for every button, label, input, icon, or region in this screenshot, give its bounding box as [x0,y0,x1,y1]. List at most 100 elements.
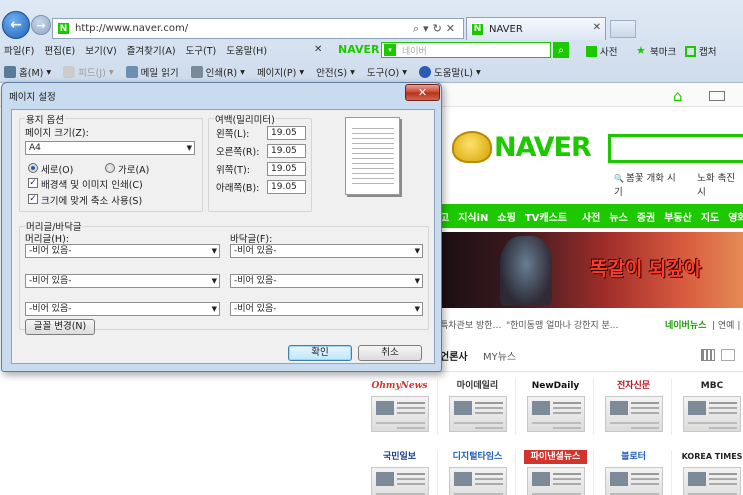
hot-keyword[interactable]: 노화 촉진시 [697,170,743,198]
margin-right-input[interactable]: 19.05 [267,144,306,158]
shrink-to-fit-label[interactable]: 크기에 맞게 축소 사용(S) [41,193,142,207]
nav-item[interactable]: 지도 [701,209,719,224]
cmd-page[interactable]: 페이지(P) ▾ [257,65,304,80]
press-card[interactable]: NewDaily [518,379,594,435]
nav-item[interactable]: 뉴스 [609,209,627,224]
margin-bottom-label: 아래쪽(B): [216,183,260,194]
press-card[interactable]: MBC [674,379,743,435]
cmd-tools[interactable]: 도구(O) ▾ [367,65,407,80]
book-icon [586,45,597,57]
header-right-select[interactable]: -비어 있음- ▼ [25,302,220,316]
cancel-button[interactable]: 취소 [358,345,422,361]
change-font-button[interactable]: 글꼴 변경(N) [25,319,95,335]
tab-close-icon[interactable]: ✕ [593,22,601,33]
search-icon: ⌕ [412,22,424,35]
search-icon[interactable]: ⌕ [553,42,569,58]
press-card[interactable]: 마이데일리 [440,379,516,435]
nav-item[interactable]: 지식iN [458,209,488,224]
menu-file[interactable]: 파일(F) [4,43,34,57]
chevron-down-icon: ▼ [186,144,192,152]
toolbar-close-icon[interactable]: ✕ [314,44,322,55]
news-headline[interactable]: "한미동맹 얼마나 강한지 분... [506,318,618,331]
logo-text: NAVER [494,131,592,163]
cmd-help[interactable]: 도움말(L) ▾ [419,65,481,79]
menu-bar: 파일(F) 편집(E) 보기(V) 즐겨찾기(A) 도구(T) 도움말(H) ✕… [0,40,743,60]
search-scope-icon[interactable]: ▾ [384,44,396,56]
naver-favicon: N [57,22,70,35]
list-view-icon[interactable] [721,349,735,361]
bookmark-link[interactable]: ★ 북마크 [636,44,676,59]
menu-view[interactable]: 보기(V) [85,43,116,57]
landscape-label[interactable]: 가로(A) [118,162,149,176]
header-left-select[interactable]: -비어 있음- ▼ [25,244,220,258]
nav-item[interactable]: TV캐스트 [525,209,567,224]
tab-press[interactable]: 언론사 [440,348,468,363]
back-button[interactable]: ← [2,11,30,39]
home-icon[interactable]: ⌂ [673,87,691,105]
press-card[interactable]: 블로터 [596,450,672,495]
portrait-label[interactable]: 세로(O) [41,162,73,176]
margin-top-input[interactable]: 19.05 [267,162,306,176]
cmd-feeds[interactable]: 피드(J) ▾ [63,65,114,79]
naver-news-link[interactable]: 네이버뉴스 [665,318,706,331]
main-search-input[interactable] [608,134,743,163]
press-card[interactable]: 파이낸셜뉴스 [518,450,594,495]
address-url[interactable]: http://www.naver.com/ [75,23,188,34]
footer-left-select[interactable]: -비어 있음- ▼ [230,244,423,258]
press-card[interactable]: 디지털타임스 [440,450,516,495]
capture-link[interactable]: 캡처 [685,44,716,58]
cmd-read-mail[interactable]: 메일 읽기 [125,65,179,79]
new-tab-button[interactable] [610,20,636,38]
service-nav: 고 지식iN 쇼핑 TV캐스트 사전 뉴스 증권 부동산 지도 영화 뮤 [440,204,743,228]
ok-button[interactable]: 확인 [288,345,352,361]
naver-toolbar-brand: NAVER [338,43,380,56]
news-category[interactable]: | 연예 | 스 [712,318,743,331]
margin-bottom-input[interactable]: 19.05 [267,180,306,194]
press-card[interactable]: OhmyNews [362,379,438,435]
menu-tools[interactable]: 도구(T) [186,43,217,57]
margin-left-input[interactable]: 19.05 [267,126,306,140]
shrink-to-fit-checkbox[interactable]: ✓ [28,194,38,204]
address-bar[interactable]: N http://www.naver.com/ ⌕▾↻✕ [52,18,464,39]
nav-item[interactable]: 증권 [637,209,655,224]
portrait-radio[interactable] [28,163,38,173]
preview-text-lines [352,126,394,186]
press-thumbnail [604,467,663,495]
menu-favorites[interactable]: 즐겨찾기(A) [127,43,176,57]
dialog-title-bar[interactable]: 페이지 설정 ✕ [2,83,441,107]
print-background-checkbox[interactable]: ✓ [28,178,38,188]
news-headline[interactable]: 특차관보 방한… [440,318,502,331]
menu-help[interactable]: 도움말(H) [226,43,267,57]
close-button[interactable]: ✕ [405,84,440,101]
footer-center-select[interactable]: -비어 있음- ▼ [230,274,423,288]
tab-my-news[interactable]: MY뉴스 [483,348,516,363]
print-background-label[interactable]: 배경색 및 이미지 인쇄(C) [41,177,143,191]
banner-text: 똑같이 되갚아 [590,258,702,280]
nav-item[interactable]: 사전 [582,209,600,224]
press-card[interactable]: 국민일보 [362,450,438,495]
forward-button[interactable]: → [31,15,51,35]
tab-naver[interactable]: N NAVER ✕ [466,17,606,40]
nav-item[interactable]: 쇼핑 [497,209,515,224]
cmd-print[interactable]: 인쇄(R) ▾ [190,65,245,79]
nav-item[interactable]: 부동산 [664,209,692,224]
paper-size-select[interactable]: A4 ▼ [25,141,195,155]
helmet-logo-icon [452,131,492,163]
dictionary-link[interactable]: 사전 [586,44,617,58]
mail-icon[interactable] [709,91,725,101]
naver-toolbar-search[interactable]: ▾ 네이버 [381,42,551,58]
grid-view-icon[interactable] [701,349,715,361]
press-card[interactable]: 전자신문 [596,379,672,435]
footer-right-select[interactable]: -비어 있음- ▼ [230,302,423,316]
naver-logo[interactable]: NAVER [452,131,592,163]
menu-edit[interactable]: 편집(E) [44,43,75,57]
address-tools[interactable]: ⌕▾↻✕ [413,22,459,36]
press-card[interactable]: KOREA TIMES [674,450,743,495]
ad-banner[interactable]: 똑같이 되갚아 [440,232,743,308]
hot-keyword[interactable]: 봄꽃 개화 시기 [614,170,683,198]
nav-item[interactable]: 영화 [728,209,743,224]
landscape-radio[interactable] [105,163,115,173]
cmd-home[interactable]: 홈(M) ▾ [4,65,51,79]
cmd-safety[interactable]: 안전(S) ▾ [316,65,355,80]
header-center-select[interactable]: -비어 있음- ▼ [25,274,220,288]
